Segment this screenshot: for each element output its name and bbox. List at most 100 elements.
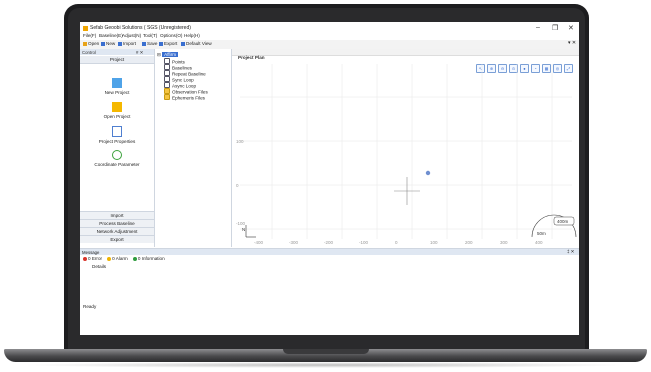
y-tick-label: 0 [236, 183, 239, 188]
status-bar: Ready [80, 303, 579, 311]
default-view-label: Default View [186, 41, 212, 46]
y-tick-label: -100 [236, 221, 246, 226]
new-project-icon [112, 78, 122, 88]
error-filter[interactable]: 0 Error [83, 256, 102, 261]
menu-help[interactable]: Help(H) [184, 33, 200, 38]
details-column-header[interactable]: Details [92, 264, 106, 269]
message-pin-close[interactable]: ‡ ✕ [567, 249, 574, 255]
tree-item-ephemeris-files[interactable]: Ephemeris Files [164, 94, 205, 101]
properties-icon [112, 126, 122, 137]
menu-tool[interactable]: Tool(T) [143, 33, 157, 38]
info-label: 0 Information [137, 256, 165, 261]
tree-item-label: Ephemeris Files [172, 95, 205, 101]
message-title: Message [82, 249, 100, 255]
scale-label: 400m [557, 219, 569, 224]
save-label: Save [147, 41, 158, 46]
folder-icon [164, 94, 170, 100]
folder-icon [83, 41, 87, 46]
plot-header [232, 49, 579, 56]
new-button[interactable]: New [101, 41, 115, 46]
close-button[interactable]: ✕ [568, 24, 574, 32]
status-text: Ready [83, 304, 97, 309]
crosshair-cursor [394, 177, 420, 205]
control-panel-title: Control [82, 49, 96, 55]
export-label: Export [164, 41, 178, 46]
x-tick-label: -400 [254, 240, 264, 245]
info-filter[interactable]: 0 Information [132, 256, 165, 261]
tree-root-label: Affirm [162, 52, 179, 57]
new-file-icon [101, 41, 105, 46]
scale-bar: 400m 50m [531, 214, 577, 238]
north-label: N [242, 227, 245, 232]
alarm-label: 0 Alarm [112, 256, 128, 261]
x-tick-label: -100 [359, 240, 369, 245]
control-panel-header: Control # ✕ [80, 49, 154, 55]
message-panel: Message ‡ ✕ 0 Error 0 Alarm 0 Informatio… [80, 248, 579, 304]
message-header: Message ‡ ✕ [80, 249, 579, 255]
tab-export[interactable]: Export [80, 235, 154, 243]
x-tick-label: 100 [430, 240, 438, 245]
grid-lines [240, 64, 572, 239]
project-plan-panel: Project Plan ↖ ⊕ ⊖ ⊙ ● ◔ ▦ ◎ ⤢ 100 0 -10… [232, 49, 579, 247]
error-label: 0 Error [88, 256, 103, 261]
menu-baseline[interactable]: Baseline(E) [99, 33, 123, 38]
save-icon [142, 41, 146, 46]
open-button[interactable]: Open [83, 41, 99, 46]
open-project-icon [112, 102, 122, 112]
import-label: Import [123, 41, 137, 46]
x-tick-label: 400 [535, 240, 543, 245]
view-icon [181, 41, 185, 46]
tab-import[interactable]: Import [80, 211, 154, 219]
open-project-tool[interactable]: Open Project [80, 102, 154, 119]
x-tick-label: 0 [395, 240, 398, 245]
screen-bottom [80, 311, 579, 335]
open-label: Open [88, 41, 100, 46]
export-icon [159, 41, 163, 46]
scale-small-label: 50m [537, 231, 546, 236]
control-panel-pin[interactable]: # ✕ [136, 50, 143, 56]
project-tree: ⊟ Affirm Points Baselines Repeat Baselin… [155, 49, 232, 247]
default-view-button[interactable]: Default View [181, 41, 212, 46]
import-icon [118, 41, 122, 46]
error-icon [83, 256, 87, 261]
maximize-button[interactable]: ❐ [552, 24, 558, 32]
north-arrow: N [242, 225, 256, 238]
x-tick-label: 200 [465, 240, 473, 245]
toolbar-pin-close[interactable]: ▾ ✕ [568, 40, 576, 46]
menu-adjust[interactable]: Adjust(N) [122, 33, 141, 38]
coordinate-parameter-label: Coordinate Parameter [94, 162, 140, 167]
minimize-button[interactable]: – [536, 24, 540, 31]
import-button[interactable]: Import [118, 41, 136, 46]
point-marker[interactable] [425, 170, 431, 176]
x-tick-label: -200 [324, 240, 334, 245]
new-project-tool[interactable]: New Project [80, 78, 154, 95]
app-logo-icon [83, 26, 88, 31]
x-tick-label: 300 [500, 240, 508, 245]
message-filters: 0 Error 0 Alarm 0 Information [83, 256, 165, 261]
menu-file[interactable]: File(F) [83, 33, 96, 38]
alarm-filter[interactable]: 0 Alarm [107, 256, 128, 261]
export-button[interactable]: Export [159, 41, 177, 46]
plot-canvas[interactable]: 100 0 -100 -400 -300 -200 -100 0 100 200… [232, 59, 579, 247]
globe-icon [112, 150, 122, 160]
window-title: Sefab Geoobi Solutions ( SGS (Unregister… [90, 25, 191, 31]
tab-network-adjustment[interactable]: Network Adjustment [80, 227, 154, 235]
x-tick-label: -300 [289, 240, 299, 245]
tab-process-baseline[interactable]: Process Baseline [80, 219, 154, 227]
laptop-shadow [20, 362, 631, 368]
save-button[interactable]: Save [142, 41, 157, 46]
menu-bar: File(F) Baseline(E) Adjust(N) Tool(T) Op… [80, 32, 579, 40]
warning-icon [107, 256, 112, 261]
menu-options[interactable]: Options(O) [160, 33, 182, 38]
tab-project[interactable]: Project [80, 56, 154, 64]
control-panel: Control # ✕ Project New Project Open Pro… [80, 49, 155, 247]
project-properties-label: Project Properties [98, 139, 136, 144]
coordinate-parameter-tool[interactable]: Coordinate Parameter [80, 150, 154, 167]
app-window: Sefab Geoobi Solutions ( SGS (Unregister… [80, 22, 579, 335]
y-tick-label: 100 [236, 139, 244, 144]
new-label: New [106, 41, 116, 46]
info-icon [132, 256, 137, 261]
open-project-label: Open Project [103, 114, 131, 119]
new-project-label: New Project [104, 90, 130, 95]
project-properties-tool[interactable]: Project Properties [80, 126, 154, 144]
